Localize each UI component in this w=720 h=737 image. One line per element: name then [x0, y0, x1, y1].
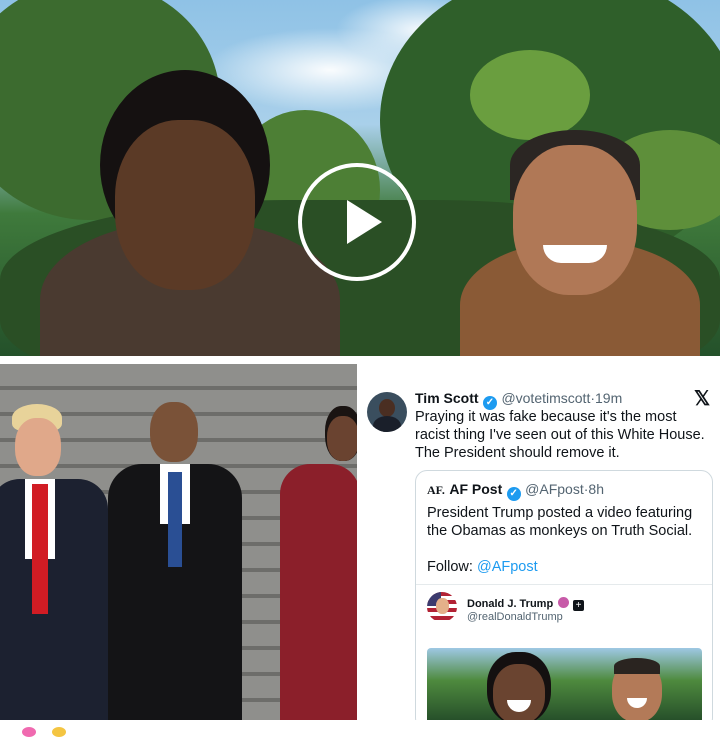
quote-author-name[interactable]: AF Post	[449, 481, 502, 497]
verified-badge-icon: ✓	[506, 487, 521, 501]
author-handle[interactable]: @votetimscott	[501, 390, 590, 406]
tweet-text: Praying it was fake because it's the mos…	[415, 409, 705, 461]
photo-figure-right	[280, 406, 357, 720]
inner-header: Donald J. Trump +	[467, 594, 585, 612]
quote-header: AF. AF Post ✓ @AFpost·8h	[427, 481, 604, 501]
follow-prefix: Follow:	[427, 559, 473, 575]
play-button[interactable]	[298, 163, 416, 281]
video-figure-right	[455, 120, 705, 356]
reaction-icon	[52, 727, 66, 737]
follow-link[interactable]: @AFpost	[477, 559, 538, 575]
author-avatar[interactable]	[367, 392, 407, 432]
author-name[interactable]: Tim Scott	[415, 390, 479, 406]
inner-avatar[interactable]	[427, 592, 457, 622]
divider	[416, 584, 712, 585]
quote-logo: AF.	[427, 483, 445, 497]
inner-video-thumbnail[interactable]	[427, 648, 702, 720]
photo-figure-center	[108, 402, 243, 720]
quote-text: President Trump posted a video featuring…	[427, 505, 693, 539]
quote-time[interactable]: 8h	[588, 481, 604, 497]
quote-follow: Follow: @AFpost	[427, 558, 538, 576]
tweet-time[interactable]: 19m	[595, 390, 622, 406]
play-icon	[347, 200, 382, 244]
inner-author-handle[interactable]: @realDonaldTrump	[467, 611, 563, 623]
quote-author-handle[interactable]: @AFpost	[525, 481, 584, 497]
photo-panel	[0, 364, 357, 720]
video-thumbnail[interactable]	[0, 0, 720, 356]
inner-author-name[interactable]: Donald J. Trump	[467, 598, 553, 610]
tweet-header: Tim Scott ✓ @votetimscott·19m	[415, 390, 622, 410]
plus-badge-icon: +	[573, 600, 585, 611]
bottom-strip	[0, 720, 720, 737]
truth-verified-icon	[557, 597, 569, 608]
reaction-icon	[22, 727, 36, 737]
photo-figure-left	[0, 404, 110, 720]
